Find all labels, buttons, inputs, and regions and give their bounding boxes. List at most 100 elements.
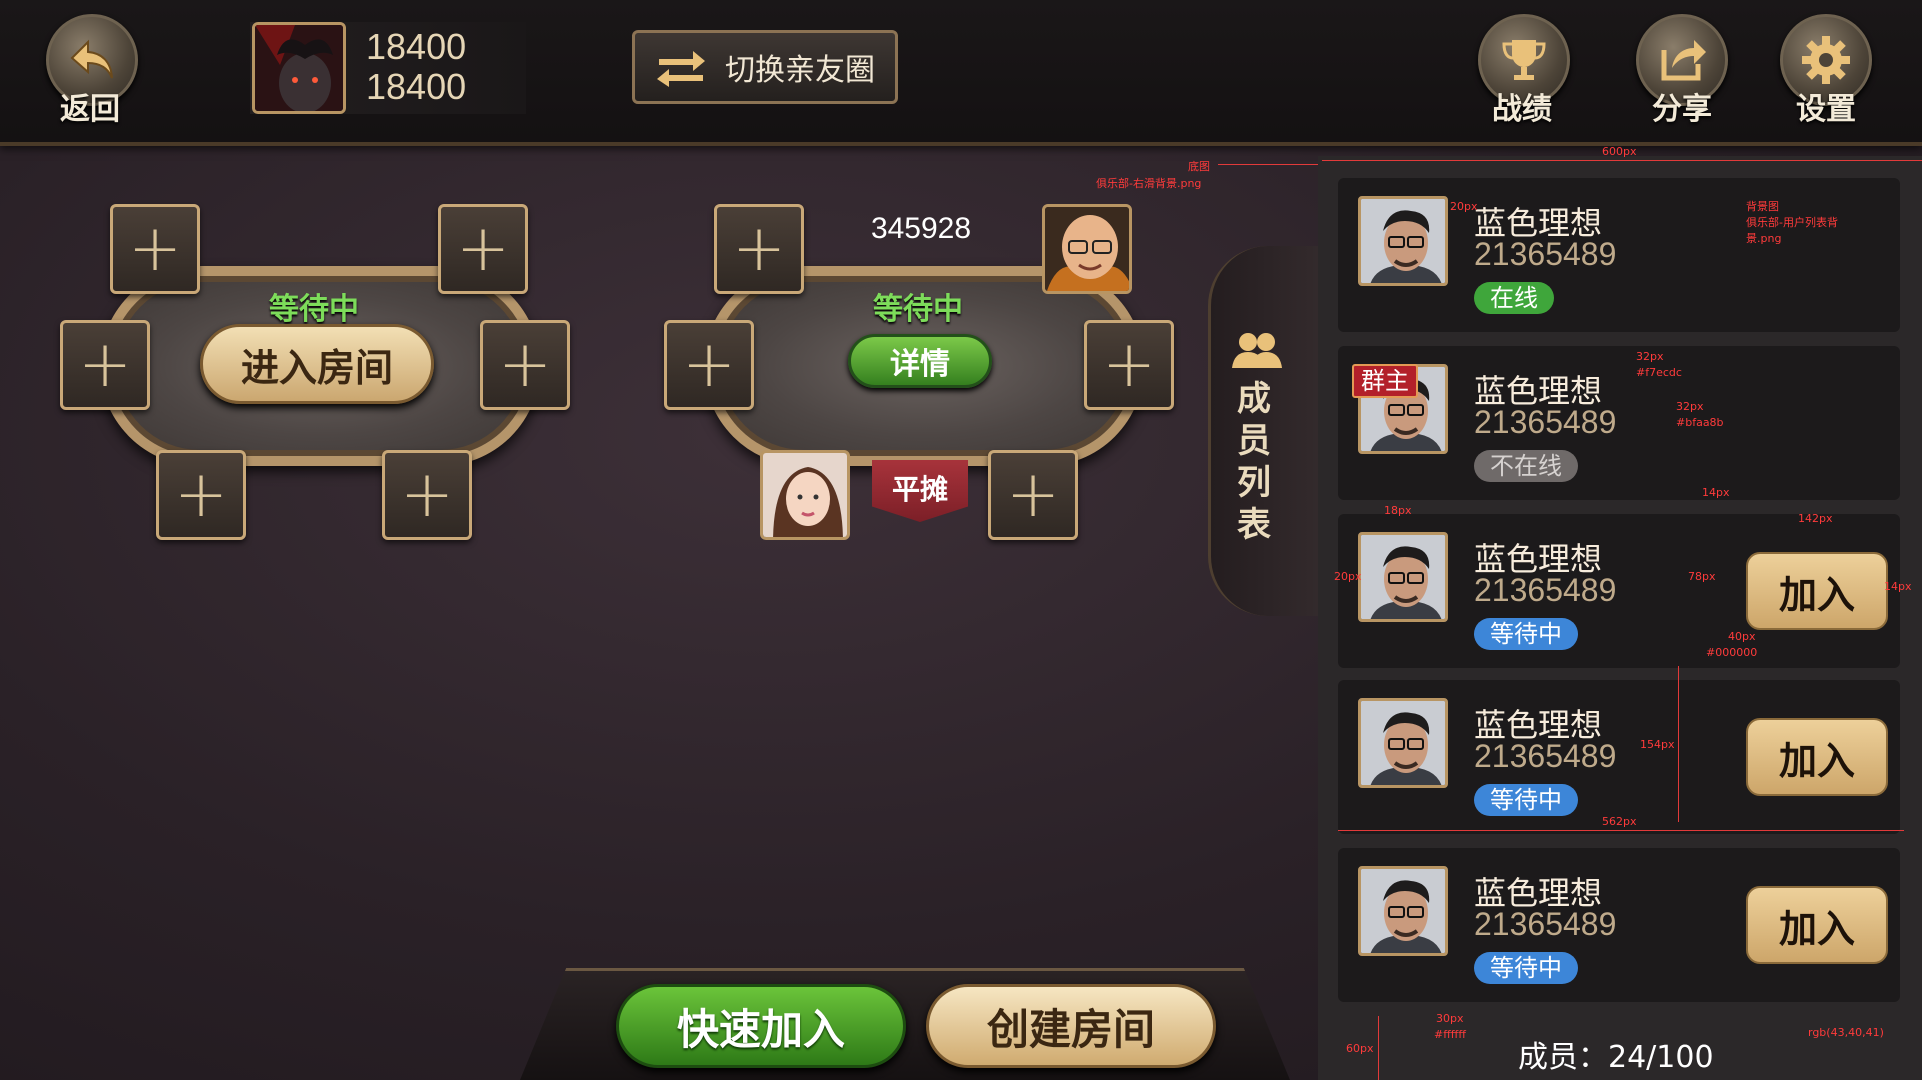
player-avatar[interactable] [252, 22, 346, 114]
settings-label: 设置 [1796, 92, 1856, 127]
plus-icon: + [732, 212, 786, 286]
annotation-gap-18: 18px [1384, 504, 1412, 517]
empty-seat-button[interactable]: + [664, 320, 754, 410]
member-id: 21365489 [1474, 572, 1617, 608]
member-id: 21365489 [1474, 404, 1617, 440]
plus-icon: + [78, 328, 132, 402]
table2-status: 等待中 [873, 292, 963, 327]
coins-primary: 18400 [366, 26, 467, 67]
switch-club-button[interactable]: 切换亲友圈 [632, 30, 898, 104]
member-count: 成员：24/100 [1518, 1040, 1714, 1075]
empty-seat-button[interactable]: + [110, 204, 200, 294]
empty-seat-button[interactable]: + [382, 450, 472, 540]
room-number: 345928 [870, 212, 972, 245]
annotation-card-bg: 背景图 [1746, 200, 1779, 213]
annotation-width-562: 562px [1602, 815, 1637, 828]
create-room-button[interactable]: 创建房间 [926, 984, 1216, 1068]
member-avatar [1358, 532, 1448, 622]
empty-seat-button[interactable]: + [1084, 320, 1174, 410]
swap-arrows-icon [657, 51, 705, 87]
annotation-width-142: 142px [1798, 512, 1833, 525]
enter-room-button[interactable]: 进入房间 [200, 324, 434, 404]
annotation-gap-20b: 20px [1334, 570, 1362, 583]
annotation-count-color: #ffffff [1434, 1028, 1466, 1041]
empty-seat-button[interactable]: + [714, 204, 804, 294]
member-avatar [1358, 866, 1448, 956]
join-button[interactable]: 加入 [1746, 718, 1888, 796]
member-id: 21365489 [1474, 906, 1617, 942]
annotation-width-600: 600px [1602, 145, 1637, 158]
empty-seat-button[interactable]: + [60, 320, 150, 410]
table1-status: 等待中 [269, 292, 359, 327]
man-glasses-avatar-icon [1361, 701, 1445, 785]
annotation-card-bg-file-1: 俱乐部-用户列表背 [1746, 216, 1838, 229]
annotation-name-color: #f7ecdc [1636, 366, 1682, 379]
annotation-join-color: #000000 [1706, 646, 1758, 659]
status-badge: 等待中 [1474, 784, 1578, 816]
man-glasses-avatar-icon [1361, 535, 1445, 619]
back-arrow-icon [70, 39, 113, 79]
man-glasses-avatar-icon [1361, 869, 1445, 953]
empty-seat-button[interactable]: + [438, 204, 528, 294]
plus-icon: + [400, 458, 454, 532]
trophy-icon [1502, 40, 1546, 80]
empty-seat-button[interactable]: + [480, 320, 570, 410]
plus-icon: + [682, 328, 736, 402]
annotation-line [1218, 164, 1318, 165]
member-avatar [1358, 196, 1448, 286]
coins-secondary: 18400 [366, 66, 467, 107]
status-badge: 等待中 [1474, 952, 1578, 984]
annotation-id-color: #bfaa8b [1676, 416, 1724, 429]
member-id: 21365489 [1474, 738, 1617, 774]
seated-player-avatar[interactable] [760, 450, 850, 540]
back-label: 返回 [60, 92, 120, 127]
annotation-height-60: 60px [1346, 1042, 1374, 1055]
quick-join-button[interactable]: 快速加入 [616, 984, 906, 1068]
gear-icon [1802, 36, 1850, 84]
annotation-line [1338, 830, 1904, 831]
annotation-bg-label: 底图 [1188, 160, 1210, 173]
annotation-gap-14a: 14px [1702, 486, 1730, 499]
member-avatar [1358, 698, 1448, 788]
plus-icon: + [174, 458, 228, 532]
annotation-name-size: 32px [1636, 350, 1664, 363]
record-label: 战绩 [1492, 92, 1552, 127]
plus-icon: + [498, 328, 552, 402]
member-card[interactable]: 蓝色理想 21365489 等待中 加入 [1338, 680, 1900, 834]
member-card[interactable]: 蓝色理想 21365489 在线 [1338, 178, 1900, 332]
join-button[interactable]: 加入 [1746, 886, 1888, 964]
annotation-bg-file: 俱乐部-右滑背景.png [1096, 177, 1202, 190]
plus-icon: + [1102, 328, 1156, 402]
tab-char: 员 [1237, 421, 1271, 461]
annotation-card-bg-file-2: 景.png [1746, 232, 1782, 245]
annotation-gap-14b: 14px [1884, 580, 1912, 593]
annotation-gap-20: 20px [1450, 200, 1478, 213]
annotation-line [1378, 1016, 1379, 1080]
status-badge: 等待中 [1474, 618, 1578, 650]
status-badge: 不在线 [1474, 450, 1578, 482]
member-id: 21365489 [1474, 236, 1617, 272]
annotation-id-size: 32px [1676, 400, 1704, 413]
member-panel: 蓝色理想 21365489 在线 群主 蓝色理想 21365489 不在线 蓝色… [1318, 156, 1922, 1080]
annotation-footer-color: rgb(43,40,41) [1808, 1026, 1884, 1039]
tab-char: 列 [1237, 463, 1271, 503]
member-card[interactable]: 蓝色理想 21365489 等待中 加入 [1338, 848, 1900, 1002]
room-detail-button[interactable]: 详情 [848, 334, 992, 388]
tab-char: 成 [1237, 379, 1271, 419]
empty-seat-button[interactable]: + [156, 450, 246, 540]
woman-avatar-icon [763, 453, 847, 537]
seated-player-avatar[interactable] [1042, 204, 1132, 294]
annotation-line [1322, 160, 1922, 161]
annotation-join-size: 40px [1728, 630, 1756, 643]
plus-icon: + [128, 212, 182, 286]
man-glasses-avatar-icon [1361, 199, 1445, 283]
join-button[interactable]: 加入 [1746, 552, 1888, 630]
empty-seat-button[interactable]: + [988, 450, 1078, 540]
tab-char: 表 [1237, 505, 1271, 545]
plus-icon: + [456, 212, 510, 286]
people-icon [1232, 333, 1282, 368]
member-card[interactable]: 群主 蓝色理想 21365489 不在线 [1338, 346, 1900, 500]
member-card[interactable]: 蓝色理想 21365489 等待中 加入 [1338, 514, 1900, 668]
demon-avatar-icon [255, 25, 343, 111]
share-icon [1661, 40, 1706, 81]
